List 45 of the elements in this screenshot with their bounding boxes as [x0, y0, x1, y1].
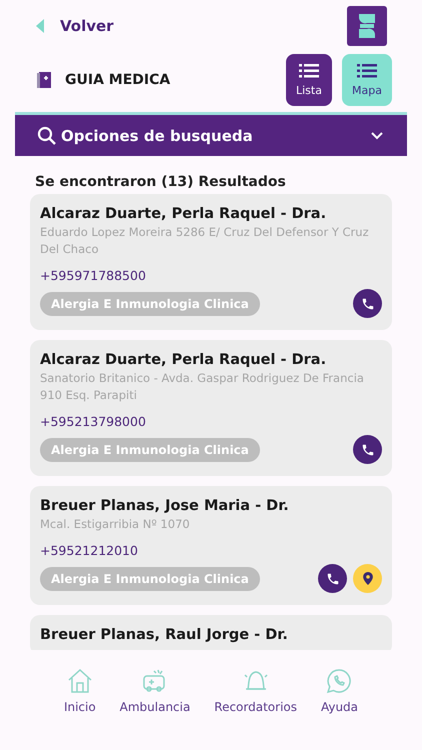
- phone-number: +59521212010: [40, 543, 139, 558]
- location-pin-icon: [362, 572, 372, 585]
- results-count: Se encontraron (13) Resultados: [34, 173, 287, 192]
- doctor-name: Alcaraz Duarte, Perla Raquel - Dra.: [40, 206, 328, 222]
- phone-number: +595213798000: [40, 414, 147, 429]
- doctor-card[interactable]: Alcaraz Duarte, Perla Raquel - Dra. Eduardo Lopez Moreira 5286 E/ Cruz Del Defensor Y Cruz Del Chaco +595971788500 Alergia E Inmunologia Clinica: [30, 194, 392, 330]
- specialty-tag: Alergia E Inmunologia Clinica: [40, 292, 260, 316]
- specialty-tag: Alergia E Inmunologia Clinica: [40, 438, 260, 462]
- doctor-address: Sanatorio Britanico - Avda. Gaspar Rodriguez De Francia 910 Esq. Parapiti: [40, 370, 365, 404]
- search-options-bar[interactable]: Opciones de busqueda: [15, 112, 407, 156]
- chevron-icon: [371, 132, 383, 140]
- logo-icon: [347, 6, 387, 46]
- doctor-name: Alcaraz Duarte, Perla Raquel - Dra.: [40, 352, 328, 368]
- call-button[interactable]: [353, 289, 382, 318]
- ambulance-icon: [142, 668, 168, 694]
- phone-number: +595971788500: [40, 268, 147, 283]
- location-button[interactable]: [353, 564, 382, 593]
- doctor-address: Mcal. Estigarribia Nº 1070: [40, 516, 191, 533]
- doctor-card[interactable]: Breuer Planas, Raul Jorge - Dr.: [30, 615, 392, 650]
- phone-icon: [360, 442, 374, 456]
- doctor-name: Breuer Planas, Jose Maria - Dr.: [40, 498, 290, 514]
- doctor-card[interactable]: Alcaraz Duarte, Perla Raquel - Dra. Sanatorio Britanico - Avda. Gaspar Rodriguez De Francia 910 Esq. Parapiti +595213798000 Alergia E Inmunologia Clinica: [30, 340, 392, 476]
- back-link[interactable]: Volver: [36, 17, 114, 35]
- search-icon: [37, 126, 57, 146]
- phone-icon: [360, 296, 374, 310]
- call-button[interactable]: [318, 564, 347, 593]
- nav-item[interactable]: Recordatorios: [214, 668, 298, 714]
- list-icon: [357, 64, 377, 78]
- home-icon: [66, 668, 93, 694]
- medical-book-icon: [37, 72, 51, 88]
- nav-item[interactable]: Ayuda: [320, 668, 358, 714]
- specialty-tag: Alergia E Inmunologia Clinica: [40, 566, 260, 590]
- doctor-name: Breuer Planas, Raul Jorge - Dr.: [40, 627, 289, 643]
- call-button[interactable]: [353, 435, 382, 464]
- view-toggle-button[interactable]: Lista: [286, 54, 332, 106]
- doctor-card[interactable]: Breuer Planas, Jose Maria - Dr. Mcal. Estigarribia Nº 1070 +59521212010 Alergia E Inmunologia Clinica: [30, 486, 392, 605]
- nav-item[interactable]: Ambulancia: [120, 668, 190, 714]
- list-icon: [299, 64, 319, 78]
- view-toggle-button[interactable]: Mapa: [342, 54, 392, 106]
- back-icon: [36, 19, 44, 33]
- chat-icon: [326, 668, 352, 694]
- phone-icon: [326, 572, 340, 586]
- nav-item[interactable]: Inicio: [64, 668, 96, 714]
- doctor-address: Eduardo Lopez Moreira 5286 E/ Cruz Del Defensor Y Cruz Del Chaco: [40, 224, 370, 258]
- section-title: GUIA MEDICA: [65, 72, 172, 88]
